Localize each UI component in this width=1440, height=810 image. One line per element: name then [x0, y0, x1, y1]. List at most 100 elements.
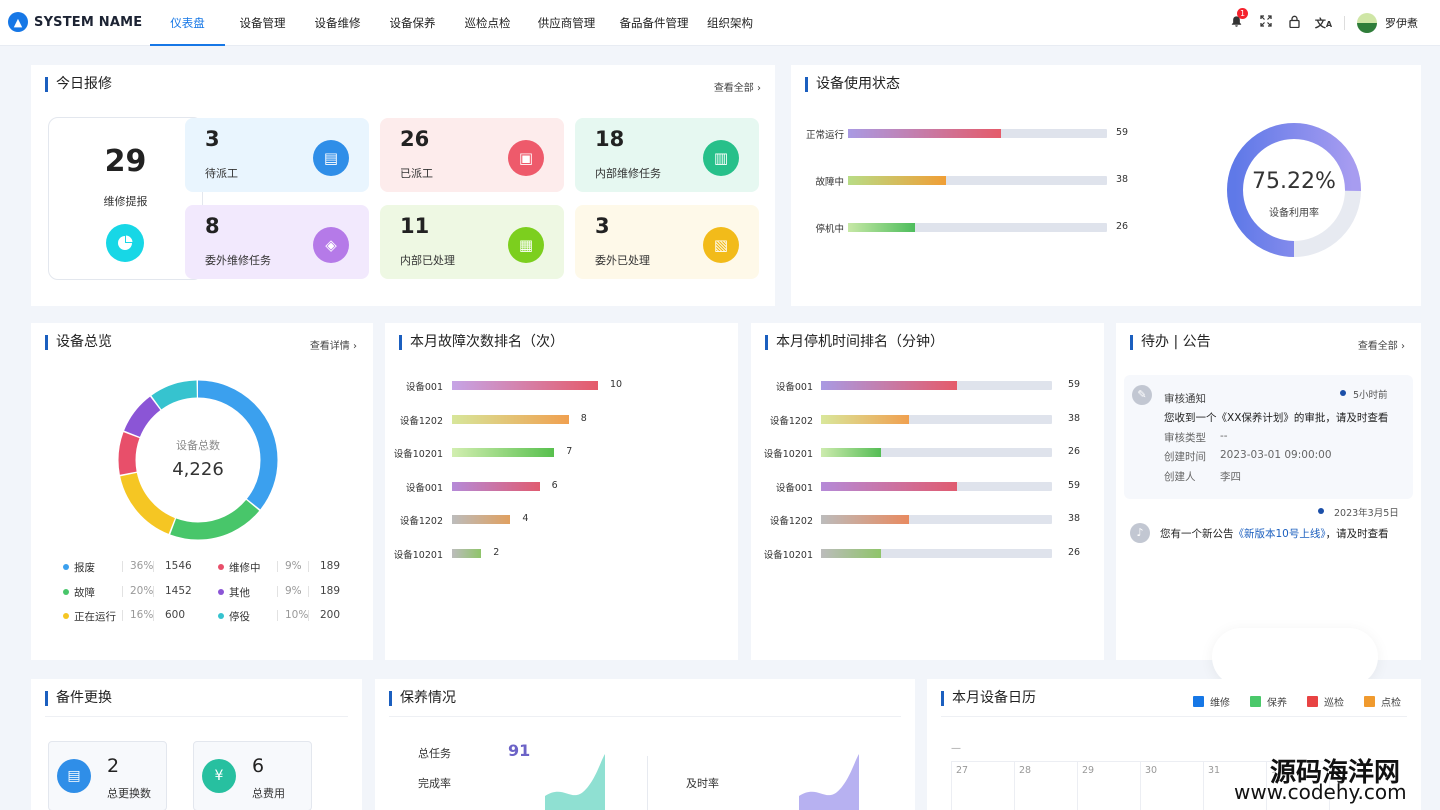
legend-separator	[122, 561, 123, 572]
done-icon: ▦	[508, 227, 544, 263]
bar-fill	[452, 414, 569, 424]
legend-color	[1307, 696, 1318, 707]
nav-inspection[interactable]: 巡检点检	[450, 0, 525, 46]
nav-maintenance[interactable]: 设备保养	[375, 0, 450, 46]
calendar-day[interactable]: 28	[1014, 761, 1077, 810]
legend-separator	[153, 585, 154, 597]
spare-total-label: 总更换数	[107, 787, 151, 800]
card-title: 设备总览	[45, 335, 112, 350]
bar-label: 正常运行	[805, 130, 844, 141]
legend-separator	[122, 610, 123, 621]
legend-separator	[277, 585, 278, 597]
complete-rate-chart	[545, 754, 605, 810]
user-name[interactable]: 罗伊煮	[1385, 15, 1418, 31]
bar-fill	[452, 548, 482, 558]
translate-icon[interactable]: 文A	[1309, 15, 1338, 31]
legend-separator	[153, 561, 154, 572]
bar-track	[821, 448, 1052, 457]
legend-item[interactable]: 巡检	[1307, 694, 1344, 709]
nav-dashboard[interactable]: 仪表盘	[150, 0, 225, 46]
legend-separator	[277, 561, 278, 572]
bar-label: 设备10201	[763, 549, 813, 561]
bar-fill	[452, 515, 511, 524]
legend-separator	[308, 585, 309, 597]
audit-notice[interactable]: ✎ 审核通知 5小时前 您收到一个《XX保养计划》的审批，请及时查看 审核类型 …	[1124, 375, 1413, 499]
stat-card[interactable]: 11 内部已处理 ▦	[380, 205, 564, 279]
legend-count: 189	[320, 584, 341, 597]
watermark-url: www.codehy.com	[1234, 780, 1407, 804]
card-title: 本月故障次数排名（次）	[399, 335, 564, 350]
stat-value: 3	[205, 127, 220, 151]
bar-value: 7	[566, 446, 573, 457]
calendar-day[interactable]: 27	[951, 761, 1014, 810]
day-number: 28	[1019, 765, 1032, 776]
bar-fill	[452, 381, 598, 390]
logo[interactable]: ▲ SYSTEM NAME	[8, 12, 142, 32]
view-detail-link[interactable]: 查看详情 ›	[310, 337, 357, 352]
day-number: 27	[956, 765, 969, 776]
legend-count: 1546	[165, 560, 192, 572]
card-title: 今日报修	[45, 77, 112, 92]
legend-dot	[63, 613, 69, 619]
view-all-link[interactable]: 查看全部 ›	[714, 79, 761, 94]
stat-card[interactable]: 8 委外维修任务 ◈	[185, 205, 369, 279]
bar-label: 设备001	[405, 482, 443, 494]
card-title: 本月设备日历	[941, 691, 1036, 706]
stat-card[interactable]: 26 已派工 ▣	[380, 118, 564, 192]
stat-card[interactable]: 3 待派工 ▤	[185, 118, 369, 192]
calendar-day[interactable]: 30	[1140, 761, 1203, 810]
total-task-label: 总任务	[418, 747, 451, 760]
legend-percent: 16%	[130, 609, 154, 621]
lock-icon[interactable]	[1280, 15, 1309, 32]
ontime-rate-label: 及时率	[686, 777, 719, 790]
nav-spare-parts[interactable]: 备品备件管理	[608, 0, 700, 46]
notice-link[interactable]: 《新版本10号上线》	[1234, 528, 1326, 540]
legend-percent: 36%	[130, 560, 154, 572]
audit-type-value: --	[1220, 430, 1228, 442]
legend-separator	[122, 585, 123, 597]
audit-created-value: 2023-03-01 09:00:00	[1220, 449, 1332, 461]
bar-label: 停机中	[815, 224, 844, 235]
stat-card[interactable]: 3 委外已处理 ▧	[575, 205, 759, 279]
legend-separator	[153, 610, 154, 621]
legend-color	[1364, 696, 1375, 707]
bar-label: 故障中	[815, 177, 844, 188]
maintenance-card: 保养情况 总任务 91 完成率 及时率	[375, 679, 915, 810]
clipboard-icon: ▤	[313, 140, 349, 176]
avatar[interactable]	[1357, 13, 1377, 33]
bar-value: 4	[522, 513, 529, 524]
legend-dot	[218, 588, 224, 595]
bar-track	[821, 481, 1052, 491]
nav-repair[interactable]: 设备维修	[300, 0, 375, 46]
time-dot	[1318, 508, 1324, 514]
notice-message[interactable]: 您有一个新公告《新版本10号上线》，请及时查看	[1160, 526, 1389, 541]
legend-label: 点检	[1381, 698, 1401, 709]
bar-label: 设备1202	[399, 415, 443, 427]
bar-track	[821, 414, 1052, 424]
bar-label: 设备10201	[393, 449, 443, 460]
legend-name: 维修中	[229, 562, 261, 574]
nav-equipment[interactable]: 设备管理	[225, 0, 300, 46]
day-number: 30	[1145, 765, 1158, 776]
total-repair-box: 29 维修提报	[48, 117, 203, 280]
calendar-day[interactable]: 29	[1077, 761, 1140, 810]
bell-icon[interactable]: 1	[1222, 7, 1251, 32]
stat-label: 委外维修任务	[205, 254, 271, 267]
fullscreen-icon[interactable]	[1251, 15, 1280, 31]
floating-panel	[1212, 628, 1378, 686]
nav-supplier[interactable]: 供应商管理	[525, 0, 608, 46]
bar-value: 26	[1116, 221, 1129, 232]
legend-item[interactable]: 维修	[1193, 694, 1230, 709]
view-all-link[interactable]: 查看全部 ›	[1358, 337, 1405, 352]
bar-value: 59	[1116, 127, 1129, 138]
nav-organization[interactable]: 组织架构	[700, 0, 760, 46]
stat-label: 已派工	[400, 167, 433, 180]
legend-item[interactable]: 保养	[1250, 694, 1287, 709]
bar-track	[848, 129, 1107, 138]
stat-card[interactable]: 18 内部维修任务 ▥	[575, 118, 759, 192]
legend-item[interactable]: 点检	[1364, 694, 1401, 709]
bar-track	[821, 515, 1052, 524]
card-title: 备件更换	[45, 691, 112, 706]
bar-value: 59	[1068, 379, 1081, 390]
stat-value: 8	[205, 214, 220, 238]
